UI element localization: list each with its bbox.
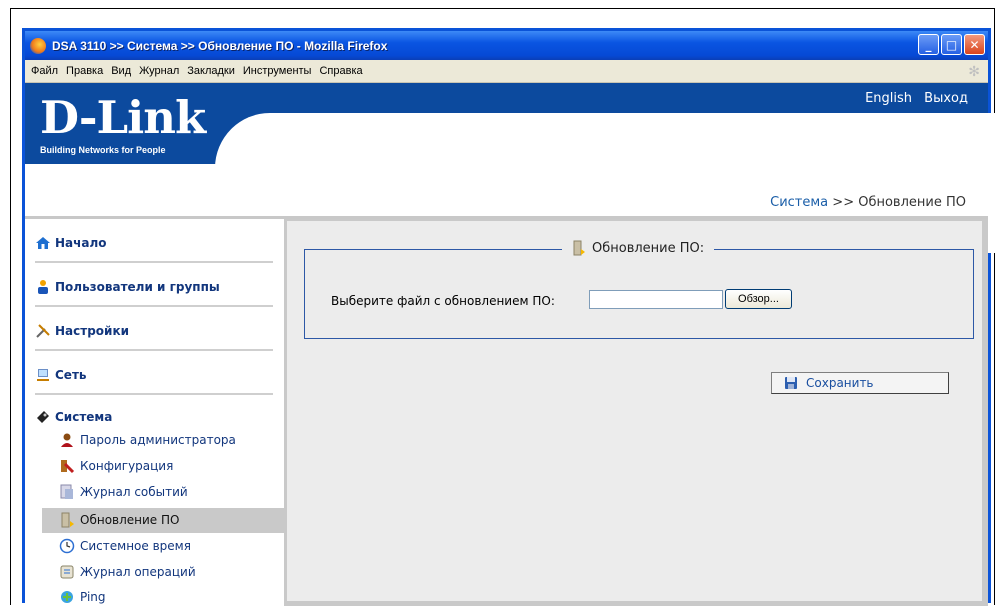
file-path-input[interactable] <box>589 290 723 309</box>
firmware-icon <box>59 512 75 528</box>
menu-history[interactable]: Журнал <box>139 65 179 77</box>
main-panel: Обновление ПО: Выберите файл с обновлени… <box>284 219 988 606</box>
tools-icon <box>35 323 51 339</box>
save-button[interactable]: Сохранить <box>771 372 949 394</box>
firmware-icon <box>572 240 586 256</box>
nav-users[interactable]: Пользователи и группы <box>35 275 273 299</box>
minimize-button[interactable]: _ <box>918 34 939 55</box>
logout-link[interactable]: Выход <box>924 91 968 106</box>
sidebar-item-label: Журнал операций <box>80 565 196 579</box>
sidebar-item-admin-password[interactable]: Пароль администратора <box>59 428 236 452</box>
title-bar: DSA 3110 >> Система >> Обновление ПО - M… <box>25 31 988 60</box>
file-field-label: Выберите файл с обновлением ПО: <box>331 294 555 308</box>
menu-file[interactable]: Файл <box>31 65 58 77</box>
firmware-update-fieldset: Обновление ПО: Выберите файл с обновлени… <box>304 240 974 339</box>
sidebar-item-label: Журнал событий <box>80 485 188 499</box>
nav-users-label: Пользователи и группы <box>55 280 220 294</box>
nav-system-label: Система <box>55 410 113 424</box>
browse-button[interactable]: Обзор... <box>725 289 792 309</box>
header-links: English Выход <box>857 91 968 106</box>
system-icon <box>35 409 51 425</box>
nav-settings-label: Настройки <box>55 324 130 338</box>
breadcrumb-section-link[interactable]: Система <box>770 195 828 210</box>
nav-settings[interactable]: Настройки <box>35 319 273 343</box>
sidebar-nav: Начало Пользователи и группы Настройки С… <box>25 219 284 606</box>
sidebar-item-system-time[interactable]: Системное время <box>59 534 191 558</box>
sidebar-item-label: Конфигурация <box>80 459 174 473</box>
close-button[interactable]: ✕ <box>964 34 985 55</box>
clock-icon <box>59 538 75 554</box>
menu-help[interactable]: Справка <box>319 65 362 77</box>
dlink-logo: D-Link <box>40 91 206 144</box>
breadcrumb-separator: >> <box>832 195 855 210</box>
window-controls: _ □ ✕ <box>918 34 985 55</box>
admin-user-icon <box>59 432 75 448</box>
menu-bar: Файл Правка Вид Журнал Закладки Инструме… <box>25 60 988 83</box>
event-log-icon <box>59 484 75 500</box>
sidebar-item-event-log[interactable]: Журнал событий <box>59 480 188 504</box>
breadcrumb: Система >> Обновление ПО <box>770 195 966 210</box>
menu-edit[interactable]: Правка <box>66 65 103 77</box>
fieldset-legend: Обновление ПО: <box>562 240 715 256</box>
logo-tagline: Building Networks for People <box>40 145 166 155</box>
firefox-icon <box>30 37 46 54</box>
home-icon <box>35 235 51 251</box>
throbber-icon: ✻ <box>968 63 980 79</box>
nav-divider <box>35 261 273 263</box>
nav-divider <box>35 305 273 307</box>
sidebar-item-label: Системное время <box>80 539 191 553</box>
nav-system[interactable]: Система <box>35 405 273 429</box>
sidebar-item-label: Обновление ПО <box>80 513 180 527</box>
nav-network-label: Сеть <box>55 368 87 382</box>
english-link[interactable]: English <box>865 91 912 106</box>
page-content: D-Link Building Networks for People Engl… <box>25 83 1003 606</box>
nav-divider <box>35 349 273 351</box>
save-button-label: Сохранить <box>806 376 874 390</box>
main-panel-body: Обновление ПО: Выберите файл с обновлени… <box>287 221 982 601</box>
legend-title: Обновление ПО: <box>592 240 705 256</box>
menu-view[interactable]: Вид <box>111 65 131 77</box>
network-icon <box>35 367 51 383</box>
sidebar-item-configuration[interactable]: Конфигурация <box>59 454 173 478</box>
nav-home[interactable]: Начало <box>35 231 273 255</box>
users-icon <box>35 279 51 295</box>
menu-tools[interactable]: Инструменты <box>243 65 312 77</box>
window-title: DSA 3110 >> Система >> Обновление ПО - M… <box>52 38 388 53</box>
nav-home-label: Начало <box>55 236 107 250</box>
breadcrumb-current: Обновление ПО <box>858 195 966 210</box>
browser-window: DSA 3110 >> Система >> Обновление ПО - M… <box>22 28 1003 606</box>
maximize-button[interactable]: □ <box>941 34 962 55</box>
sidebar-item-firmware-update[interactable]: Обновление ПО <box>59 508 179 532</box>
operations-log-icon <box>59 564 75 580</box>
menu-bookmarks[interactable]: Закладки <box>187 65 235 77</box>
sidebar-item-label: Пароль администратора <box>80 433 236 447</box>
sidebar-item-operations-log[interactable]: Журнал операций <box>59 560 196 584</box>
sidebar-item-label: Ping <box>80 590 106 604</box>
nav-divider <box>35 393 273 395</box>
nav-network[interactable]: Сеть <box>35 363 273 387</box>
floppy-disk-icon <box>784 376 798 390</box>
sidebar-item-ping[interactable]: Ping <box>59 585 106 609</box>
config-icon <box>59 458 75 474</box>
